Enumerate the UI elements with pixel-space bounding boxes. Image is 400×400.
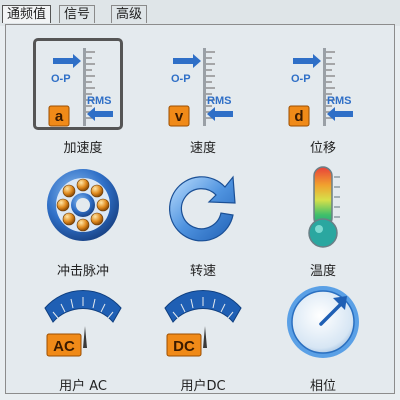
tab-overall-value[interactable]: 通频值	[2, 5, 52, 23]
shock-pulse-button[interactable]: 冲击脉冲	[33, 163, 133, 281]
displacement-label: 位移	[309, 141, 336, 156]
velocity-scale-icon: O-P RMS v	[163, 40, 243, 130]
letter: v	[175, 108, 184, 125]
ac-gauge-icon: AC	[43, 278, 123, 368]
bearing-icon	[43, 163, 123, 253]
user-dc-label: 用户DC	[180, 379, 226, 394]
velocity-button[interactable]: O-P RMS v 速度	[153, 40, 253, 158]
badge-text: AC	[53, 338, 75, 355]
rotation-icon	[163, 163, 243, 253]
badge-text: DC	[173, 338, 195, 355]
bottom-tag: RMS	[207, 95, 231, 107]
bottom-tag: RMS	[327, 95, 351, 107]
displacement-scale-icon: O-P RMS d	[283, 40, 363, 130]
top-tag: O-P	[51, 73, 71, 85]
letter: d	[294, 108, 303, 125]
phase-dial-icon	[283, 278, 363, 368]
phase-label: 相位	[309, 379, 336, 394]
tab-signal[interactable]: 信号	[59, 5, 96, 23]
dc-gauge-icon: DC	[163, 278, 243, 368]
letter: a	[55, 108, 64, 125]
temperature-button[interactable]: 温度	[273, 163, 373, 281]
thermometer-icon	[283, 163, 363, 253]
user-ac-button[interactable]: AC 用户 AC	[33, 278, 133, 396]
user-ac-label: 用户 AC	[59, 379, 107, 394]
rotation-speed-label: 转速	[189, 264, 216, 279]
acceleration-button[interactable]: O-P RMS a 加速度	[33, 38, 133, 158]
phase-button[interactable]: 相位	[273, 278, 373, 396]
velocity-label: 速度	[189, 141, 216, 156]
rotation-speed-button[interactable]: 转速	[153, 163, 253, 281]
top-tag: O-P	[171, 73, 191, 85]
top-tag: O-P	[291, 73, 311, 85]
shock-pulse-label: 冲击脉冲	[56, 264, 109, 279]
acceleration-scale-icon: O-P RMS a	[43, 40, 123, 130]
user-dc-button[interactable]: DC 用户DC	[153, 278, 253, 396]
displacement-button[interactable]: O-P RMS d 位移	[273, 40, 373, 158]
measurement-panel: O-P RMS a 加速度 O-P RMS v 速度 O-P RMS d 位移 …	[5, 24, 395, 394]
tab-bar: 通频值 信号 高级	[0, 0, 400, 26]
tab-advanced[interactable]: 高级	[111, 5, 148, 23]
acceleration-label: 加速度	[63, 141, 103, 156]
temperature-label: 温度	[309, 264, 336, 279]
bottom-tag: RMS	[87, 95, 111, 107]
